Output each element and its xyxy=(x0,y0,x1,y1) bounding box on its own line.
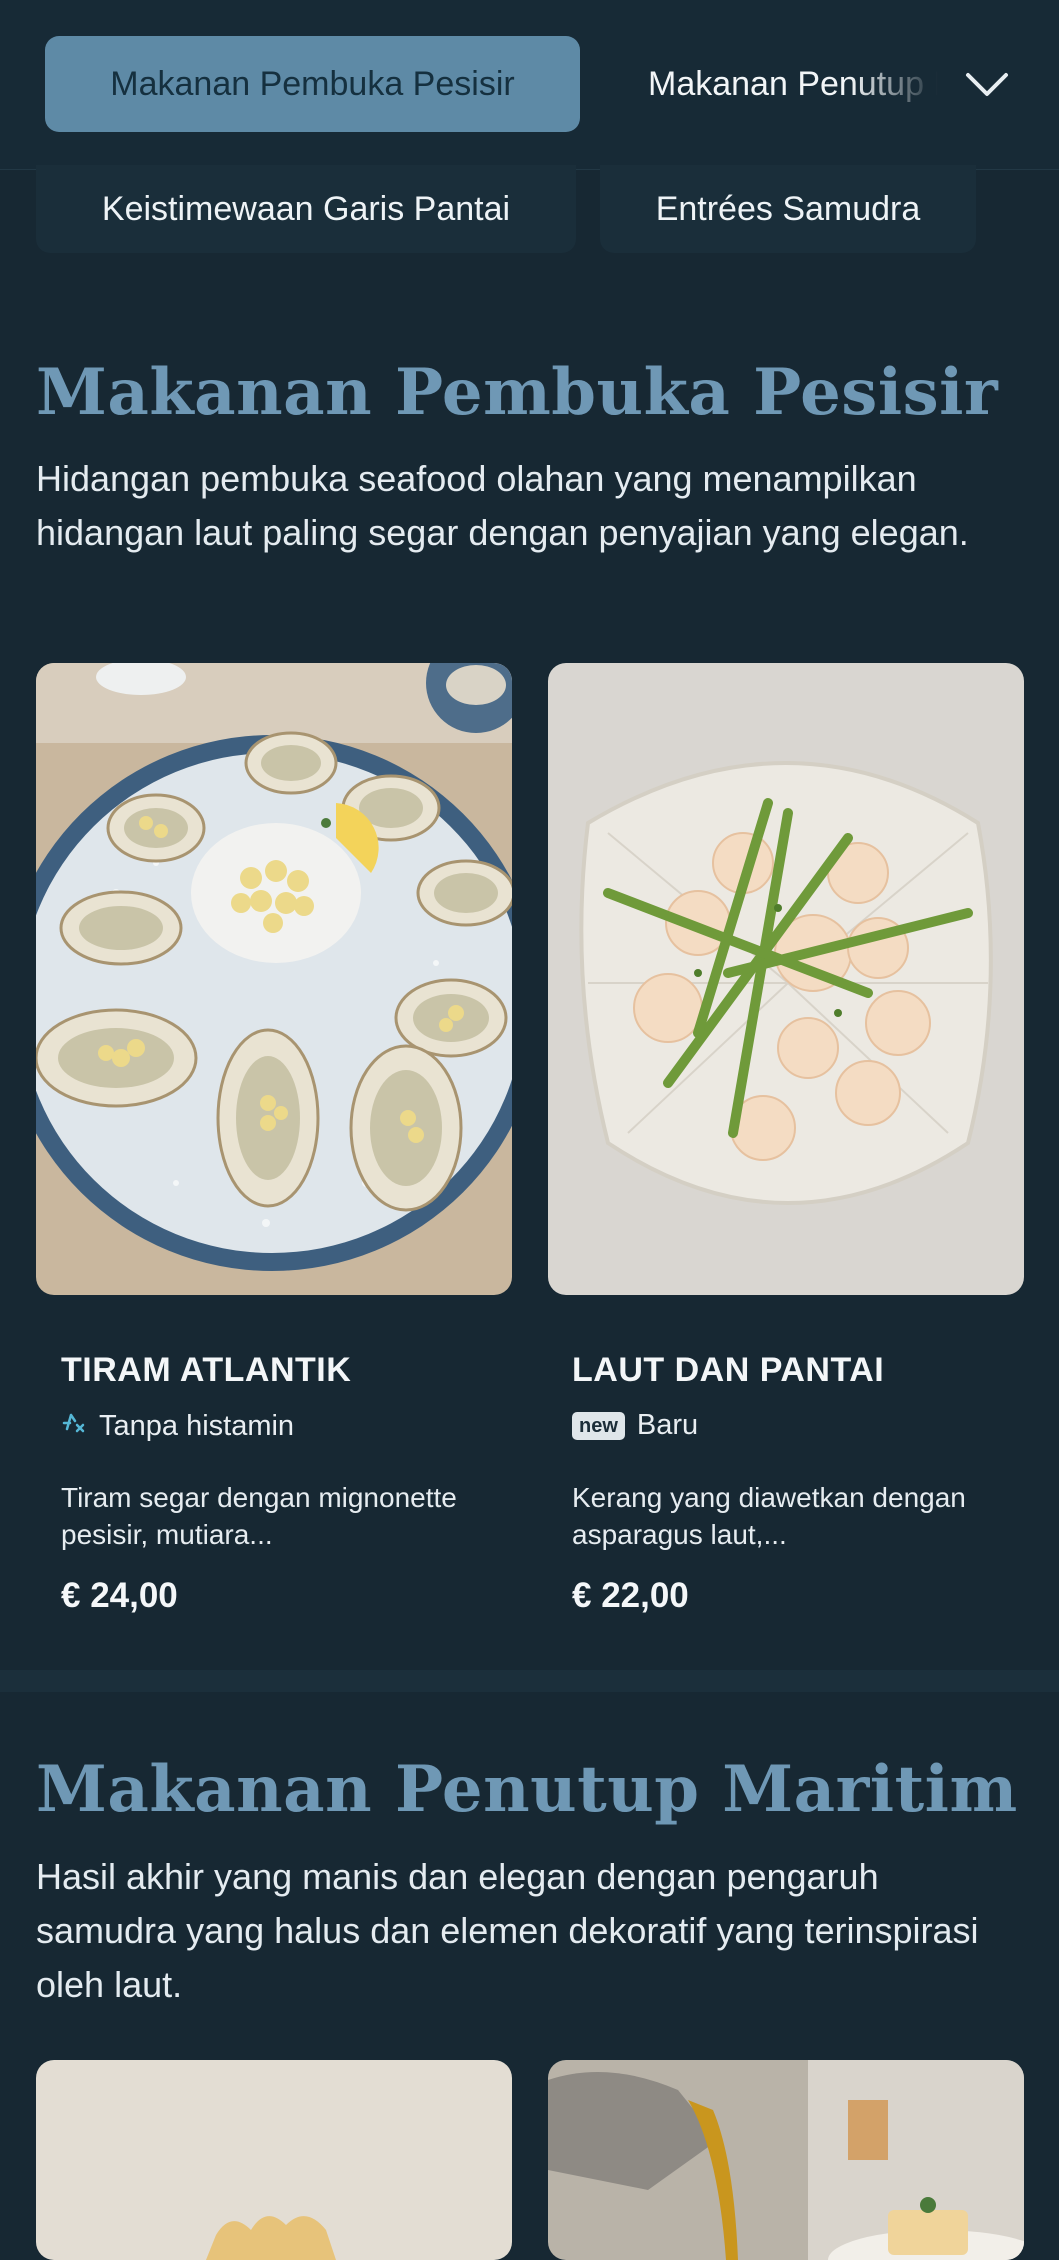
section-title-desserts: Makanan Penutup Maritim xyxy=(36,1752,1018,1827)
item-tag-baru: new Baru xyxy=(572,1409,698,1442)
item-description-tiram-atlantik: Tiram segar dengan mignonette pesisir, m… xyxy=(61,1482,457,1550)
histamine-free-icon xyxy=(61,1409,87,1443)
scallop-dish-image[interactable] xyxy=(548,663,1024,1295)
item-tag-label: Baru xyxy=(636,1409,699,1441)
tab-keistimewaan-garis-pantai[interactable]: Keistimewaan Garis Pantai xyxy=(36,165,576,253)
category-tab-bar: Makanan Pembuka Pesisir Makanan Penutup … xyxy=(0,0,1059,170)
tab-makanan-pembuka-pesisir[interactable]: Makanan Pembuka Pesisir xyxy=(45,36,580,132)
item-tag-tanpa-histamin: Tanpa histamin xyxy=(61,1409,294,1443)
section-divider xyxy=(0,1670,1059,1692)
chevron-down-icon[interactable] xyxy=(962,60,1012,110)
item-title-laut-dan-pantai: LAUT DAN PANTAI xyxy=(572,1351,885,1389)
tab-entrees-samudra[interactable]: Entrées Samudra xyxy=(600,165,976,253)
category-tab-row-2: Keistimewaan Garis Pantai Entrées Samudr… xyxy=(0,165,1059,255)
new-badge-icon: new xyxy=(572,1411,625,1440)
item-description-laut-dan-pantai: Kerang yang diawetkan dengan asparagus l… xyxy=(572,1482,966,1550)
section-description-desserts: Hasil akhir yang manis dan elegan dengan… xyxy=(36,1856,979,2005)
item-price-laut-dan-pantai: € 22,00 xyxy=(572,1576,689,1615)
item-price-tiram-atlantik: € 24,00 xyxy=(61,1576,178,1615)
item-title-tiram-atlantik: TIRAM ATLANTIK xyxy=(61,1351,352,1389)
tab-makanan-penutup-maritim[interactable]: Makanan Penutup Maritim xyxy=(648,36,938,132)
dessert-image-2[interactable] xyxy=(548,2060,1024,2260)
oyster-dish-image[interactable] xyxy=(36,663,512,1295)
section-description-appetizers: Hidangan pembuka seafood olahan yang men… xyxy=(36,458,969,553)
item-tag-label: Tanpa histamin xyxy=(99,1409,295,1442)
section-title-appetizers: Makanan Pembuka Pesisir xyxy=(36,355,999,430)
dessert-image-1[interactable] xyxy=(36,2060,512,2260)
